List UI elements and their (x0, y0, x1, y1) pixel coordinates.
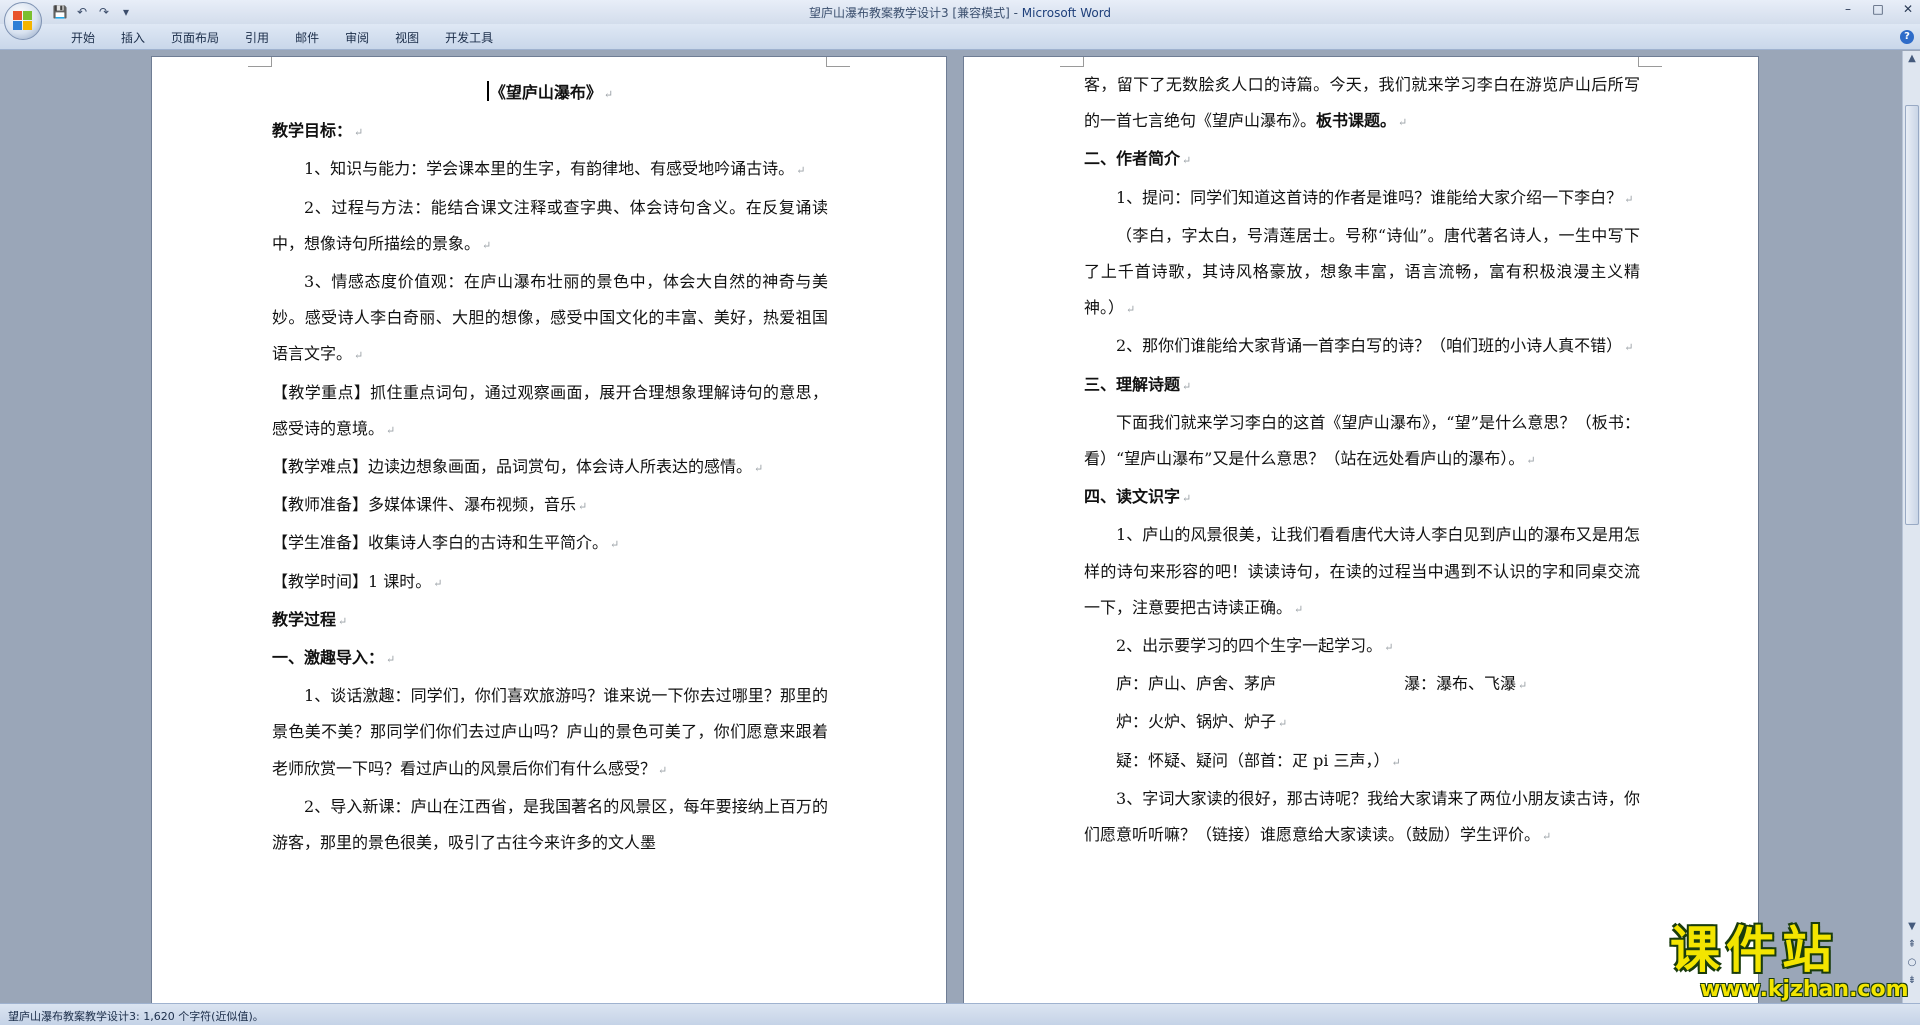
page-left[interactable]: 《望庐山瀑布》 ↵ 教学目标： ↵ 1、知识与能力：学会课本里的生字，有韵律地、有感… (152, 57, 946, 1003)
close-button[interactable]: ✕ (1900, 2, 1916, 16)
paragraph: 下面我们就来学习李白的这首《望庐山瀑布》，“望”是什么意思？（板书：看）“望庐山… (1084, 412, 1640, 469)
status-bar: 望庐山瀑布教案教学设计3: 1,620 个字符(近似值)。 (0, 1003, 1920, 1025)
crop-mark (1638, 57, 1662, 67)
document-name: 望庐山瀑布教案教学设计3 [兼容模式] (808, 6, 1010, 20)
heading: 四、读文识字 ↵ (1084, 487, 1192, 507)
tab-mailings[interactable]: 邮件 (282, 29, 332, 46)
paragraph: 1、庐山的风景很美，让我们看看唐代大诗人李白见到庐山的瀑布又是用怎样的诗句来形容… (1084, 525, 1640, 617)
heading: 教学过程 ↵ (272, 609, 348, 629)
page-right-content: 客，留下了无数脍炙人口的诗篇。今天，我们就来学习李白在游览庐山后所写的一首七言绝… (1084, 67, 1640, 855)
paragraph: 2、过程与方法：能结合课文注释或查字典、体会诗句含义。在反复诵读中，想像诗句所描… (272, 197, 828, 253)
scroll-down-icon[interactable]: ▼ (1904, 919, 1920, 935)
title-bar: 💾 ↶ ↷ ▾ 望庐山瀑布教案教学设计3 [兼容模式] - Microsoft … (0, 0, 1920, 24)
paragraph: 【教学难点】边读边想象画面，品词赏句，体会诗人所表达的感情。 ↵ (272, 457, 764, 477)
office-button[interactable] (4, 2, 42, 40)
character-list: 炉：火炉、锅炉、炉子 ↵ (1116, 712, 1288, 732)
text-cursor (486, 81, 489, 101)
paragraph: 【教师准备】多媒体课件、瀑布视频，音乐 ↵ (272, 495, 588, 515)
paragraph: 2、出示要学习的四个生字一起学习。 ↵ (1116, 636, 1394, 656)
watermark-title: 课件站 (1670, 921, 1838, 979)
window-controls: – □ ✕ (1840, 2, 1916, 16)
site-watermark-logo: 课件站 www.kjzhan.com (1670, 921, 1909, 1002)
paragraph: 【学生准备】收集诗人李白的古诗和生平简介。 ↵ (272, 533, 620, 553)
ribbon-tabs: 开始 插入 页面布局 引用 邮件 审阅 视图 开发工具 ? (0, 24, 1920, 50)
app-name: Microsoft Word (1021, 6, 1112, 20)
paragraph: 3、字词大家读的很好，那古诗呢？我给大家请来了两位小朋友读古诗，你们愿意听听嘛？… (1084, 788, 1640, 845)
help-icon[interactable]: ? (1900, 30, 1914, 44)
previous-page-icon[interactable]: ⇞ (1904, 937, 1920, 953)
tab-developer[interactable]: 开发工具 (432, 29, 506, 46)
office-logo-icon (13, 11, 33, 31)
tab-home[interactable]: 开始 (58, 29, 108, 46)
page-left-content: 《望庐山瀑布》 ↵ 教学目标： ↵ 1、知识与能力：学会课本里的生字，有韵律地、有感… (272, 75, 828, 861)
window-title: 望庐山瀑布教案教学设计3 [兼容模式] - Microsoft Word (808, 6, 1112, 20)
character-list: 疑：怀疑、疑问（部首：疋 pi 三声，） ↵ (1116, 750, 1401, 770)
tab-page-layout[interactable]: 页面布局 (158, 29, 232, 46)
maximize-button[interactable]: □ (1870, 2, 1886, 16)
doc-title: 《望庐山瀑布》 ↵ (272, 75, 828, 113)
heading: 一、激趣导入： ↵ (272, 648, 396, 668)
paragraph: 1、谈话激趣：同学们，你们喜欢旅游吗？谁来说一下你去过哪里？那里的景色美不美？那… (272, 686, 828, 778)
tab-view[interactable]: 视图 (382, 29, 432, 46)
crop-mark (248, 57, 272, 67)
paragraph: 2、导入新课：庐山在江西省，是我国著名的风景区，每年要接纳上百万的游客，那里的景… (272, 796, 828, 853)
watermark-url: www.kjzhan.com (1700, 977, 1909, 1002)
paragraph: 3、情感态度价值观：在庐山瀑布壮丽的景色中，体会大自然的神奇与美妙。感受诗人李白… (272, 272, 828, 364)
paragraph: （李白，字太白，号清莲居士。号称“诗仙”。唐代著名诗人，一生中写下了上千首诗歌，… (1084, 225, 1640, 318)
paragraph: 客，留下了无数脍炙人口的诗篇。今天，我们就来学习李白在游览庐山后所写的一首七言绝… (1084, 75, 1640, 131)
page-right[interactable]: 客，留下了无数脍炙人口的诗篇。今天，我们就来学习李白在游览庐山后所写的一首七言绝… (964, 57, 1758, 1003)
status-text: 望庐山瀑布教案教学设计3: 1,620 个字符(近似值)。 (8, 1010, 264, 1023)
scroll-thumb[interactable] (1905, 105, 1919, 525)
scroll-up-icon[interactable]: ▲ (1904, 51, 1920, 67)
paragraph: 1、提问：同学们知道这首诗的作者是谁吗？谁能给大家介绍一下李白？ ↵ (1116, 187, 1634, 207)
vertical-scrollbar[interactable]: ▲ ▼ ⇞ ○ ⇟ (1902, 51, 1920, 1003)
paragraph: 2、那你们谁能给大家背诵一首李白写的诗？（咱们班的小诗人真不错） ↵ (1116, 336, 1634, 356)
paragraph: 【教学重点】抓住重点词句，通过观察画面，展开合理想象理解诗句的意思，感受诗的意境… (272, 382, 828, 438)
document-area: 《望庐山瀑布》 ↵ 教学目标： ↵ 1、知识与能力：学会课本里的生字，有韵律地、有感… (0, 51, 1902, 1003)
crop-mark (1060, 57, 1084, 67)
heading: 教学目标： ↵ (272, 121, 364, 141)
tab-review[interactable]: 审阅 (332, 29, 382, 46)
character-list: 庐：庐山、庐舍、茅庐 瀑：瀑布、飞瀑 ↵ (1116, 674, 1528, 694)
tab-insert[interactable]: 插入 (108, 29, 158, 46)
heading: 三、理解诗题 ↵ (1084, 374, 1192, 394)
minimize-button[interactable]: – (1840, 2, 1856, 16)
paragraph: 1、知识与能力：学会课本里的生字，有韵律地、有感受地吟诵古诗。 ↵ (304, 159, 806, 179)
select-browse-object-icon[interactable]: ○ (1904, 955, 1920, 971)
heading: 二、作者简介 ↵ (1084, 149, 1192, 169)
crop-mark (826, 57, 850, 67)
tab-references[interactable]: 引用 (232, 29, 282, 46)
paragraph: 【教学时间】1 课时。 ↵ (272, 571, 443, 591)
